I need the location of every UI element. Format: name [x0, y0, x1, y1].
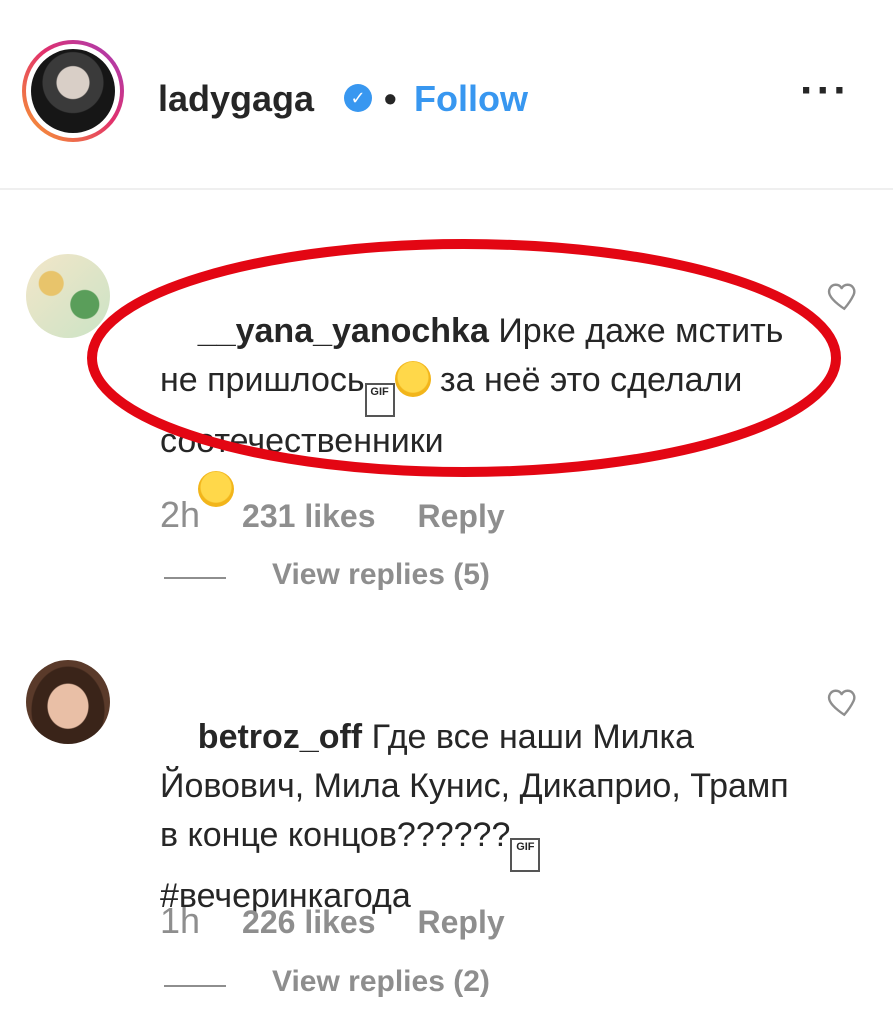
- avatar-photo: [31, 49, 115, 133]
- header-username[interactable]: ladygaga: [158, 78, 314, 120]
- comment-username[interactable]: betroz_off: [198, 718, 362, 756]
- comment-avatar[interactable]: [26, 254, 110, 338]
- post-header: ladygaga ✓ • Follow ···: [0, 0, 893, 190]
- view-replies-button[interactable]: View replies (5): [272, 558, 490, 592]
- view-replies-button[interactable]: View replies (2): [272, 965, 490, 999]
- comment-likes[interactable]: 231 likes: [242, 498, 375, 534]
- comment-time: 2h: [160, 494, 201, 535]
- follow-button[interactable]: Follow: [414, 78, 528, 120]
- header-separator: •: [384, 78, 397, 119]
- comment-meta: 2h 231 likes Reply: [160, 494, 547, 536]
- view-replies-line: [164, 985, 226, 987]
- comment-likes[interactable]: 226 likes: [242, 904, 375, 940]
- comment-username[interactable]: __yana_yanochka: [198, 312, 489, 350]
- reply-button[interactable]: Reply: [418, 904, 505, 940]
- heart-icon[interactable]: [824, 684, 860, 720]
- more-options-icon[interactable]: ···: [800, 66, 850, 116]
- comment-avatar[interactable]: [26, 660, 110, 744]
- heart-icon[interactable]: [824, 278, 860, 314]
- gif-icon: GIF: [510, 838, 541, 872]
- view-replies-line: [164, 577, 226, 579]
- verified-badge-icon: ✓: [344, 84, 372, 112]
- gif-icon: GIF: [364, 383, 395, 417]
- profile-avatar[interactable]: [22, 40, 124, 142]
- reply-button[interactable]: Reply: [418, 498, 505, 534]
- comment-meta: 1h 226 likes Reply: [160, 900, 547, 942]
- comment-time: 1h: [160, 900, 201, 941]
- emoji-icon: [394, 361, 431, 397]
